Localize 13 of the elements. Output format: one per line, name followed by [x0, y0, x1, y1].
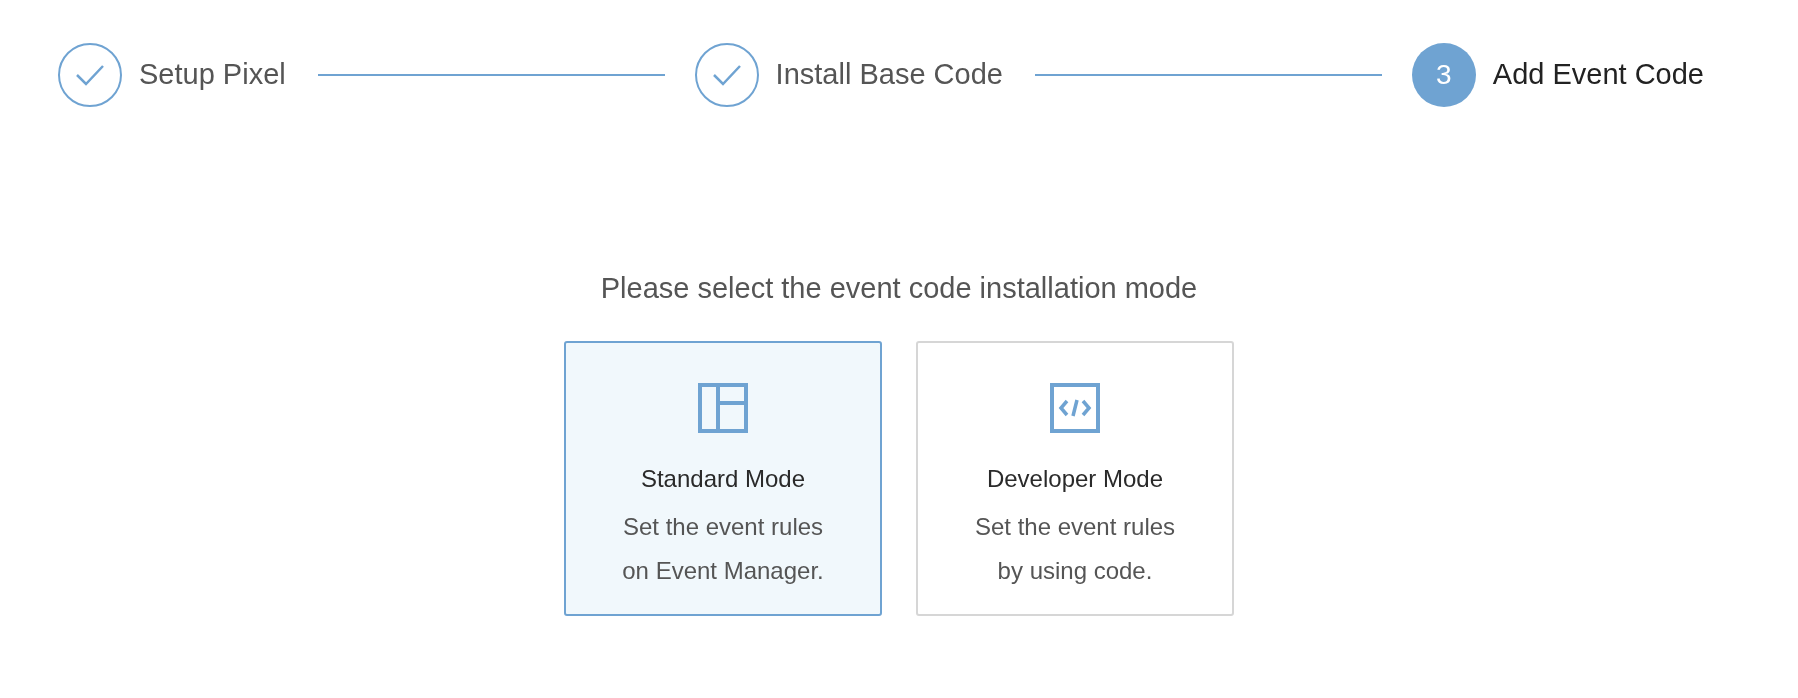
prompt-text: Please select the event code installation mode — [599, 271, 1199, 306]
layout-icon — [698, 382, 748, 433]
mode-title: Standard Mode — [639, 463, 807, 494]
mode-option-card[interactable]: Developer Mode Set the event rules by using code. — [916, 340, 1234, 616]
step-label: Add Event Code — [1492, 57, 1704, 93]
mode-title: Developer Mode — [985, 463, 1165, 494]
mode-option-card[interactable]: Standard Mode Set the event rules on Event Manager. — [564, 340, 882, 616]
step-label: Setup Pixel — [139, 57, 286, 93]
mode-description: Set the event rules on Event Manager. — [621, 511, 825, 586]
mode-description: Set the event rules by using code. — [973, 511, 1177, 586]
step-number: 3 — [1411, 43, 1476, 107]
code-icon — [1050, 382, 1100, 433]
step-label: Install Base Code — [775, 57, 1003, 93]
